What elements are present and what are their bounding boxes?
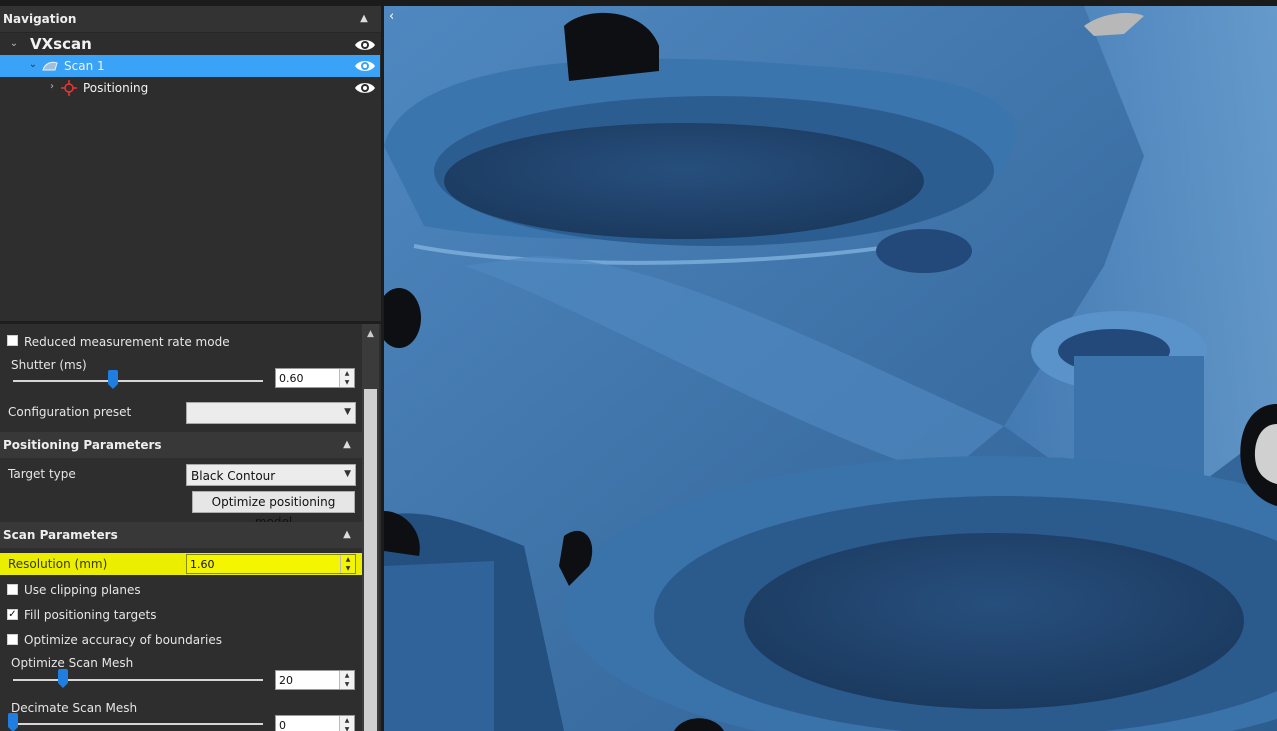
collapse-section-icon[interactable]: ▲ (340, 528, 354, 542)
target-type-value: Black Contour (191, 469, 276, 483)
spin-up-icon[interactable]: ▲ (341, 555, 355, 564)
3d-viewport[interactable]: ‹ (384, 6, 1277, 731)
decimate-mesh-spinbox[interactable]: 0 ▲ ▼ (275, 715, 355, 731)
tree-item-label: Scan 1 (64, 59, 105, 73)
scan-mesh-render[interactable] (384, 6, 1277, 731)
parameters-panel: Reduced measurement rate mode Shutter (m… (0, 324, 362, 731)
decimate-mesh-slider-track[interactable] (13, 723, 263, 725)
scrollbar-thumb[interactable] (364, 389, 377, 731)
optimize-mesh-slider-handle[interactable] (58, 669, 68, 688)
chevron-down-icon[interactable]: ⌄ (8, 38, 20, 50)
spin-up-icon[interactable]: ▲ (340, 369, 354, 378)
collapse-panel-icon[interactable]: ‹ (389, 9, 394, 24)
tree-item-positioning[interactable]: › Positioning (0, 77, 380, 99)
tree-item-scan-1[interactable]: ⌄ Scan 1 (0, 55, 380, 77)
optimize-mesh-slider-track[interactable] (13, 679, 263, 681)
spin-down-icon[interactable]: ▼ (340, 725, 354, 731)
optimize-boundaries-label: Optimize accuracy of boundaries (24, 633, 222, 647)
navigation-title: Navigation (3, 12, 77, 26)
target-type-dropdown[interactable]: Black Contour ▼ (186, 464, 356, 486)
scroll-up-icon[interactable]: ▲ (364, 327, 377, 341)
navigation-header[interactable]: Navigation ▲ (0, 6, 381, 33)
fill-targets-checkbox[interactable]: ✓ (7, 609, 18, 620)
config-preset-label: Configuration preset (8, 405, 132, 419)
spin-down-icon[interactable]: ▼ (340, 378, 354, 387)
visibility-eye-icon[interactable] (354, 58, 376, 74)
scan-parameters-header[interactable]: Scan Parameters ▲ (0, 522, 362, 548)
shutter-slider-handle[interactable] (108, 370, 118, 389)
chevron-down-icon[interactable]: ⌄ (27, 59, 39, 71)
left-panel: Navigation ▲ ⌄ VXscan ⌄ Scan 1 › Positio… (0, 6, 381, 731)
spin-down-icon[interactable]: ▼ (340, 680, 354, 689)
collapse-section-icon[interactable]: ▲ (340, 438, 354, 452)
shutter-value: 0.60 (279, 372, 304, 385)
use-clipping-checkbox[interactable] (7, 584, 18, 595)
config-preset-dropdown[interactable]: ▼ (186, 402, 356, 424)
section-title: Positioning Parameters (3, 438, 162, 452)
chevron-right-icon[interactable]: › (46, 81, 58, 93)
decimate-mesh-slider-handle[interactable] (8, 713, 18, 731)
chevron-down-icon: ▼ (344, 407, 351, 417)
section-title: Scan Parameters (3, 528, 118, 542)
resolution-spinbox[interactable]: 1.60 ▲ ▼ (186, 554, 356, 574)
tree-item-label: Positioning (83, 81, 149, 95)
reduced-rate-label: Reduced measurement rate mode (24, 335, 230, 349)
optimize-mesh-spinbox[interactable]: 20 ▲ ▼ (275, 670, 355, 690)
decimate-mesh-value: 0 (279, 719, 286, 731)
scan-mesh-icon (42, 61, 58, 71)
shutter-spinbox[interactable]: 0.60 ▲ ▼ (275, 368, 355, 388)
fill-targets-label: Fill positioning targets (24, 608, 157, 622)
spin-up-icon[interactable]: ▲ (340, 671, 354, 680)
optimize-boundaries-checkbox[interactable] (7, 634, 18, 645)
chevron-down-icon: ▼ (344, 469, 351, 479)
visibility-eye-icon[interactable] (354, 80, 376, 96)
collapse-navigation-icon[interactable]: ▲ (357, 12, 371, 26)
optimize-positioning-button[interactable]: Optimize positioning model (192, 491, 355, 529)
use-clipping-label: Use clipping planes (24, 583, 141, 597)
optimize-mesh-value: 20 (279, 674, 293, 687)
spin-up-icon[interactable]: ▲ (340, 716, 354, 725)
decimate-mesh-label: Decimate Scan Mesh (11, 701, 138, 715)
visibility-eye-icon[interactable] (354, 37, 376, 53)
resolution-value: 1.60 (190, 558, 215, 571)
reduced-rate-checkbox[interactable] (7, 335, 18, 346)
positioning-target-icon (61, 80, 77, 96)
tree-item-label: VXscan (30, 35, 92, 53)
shutter-label: Shutter (ms) (11, 358, 87, 372)
resolution-label: Resolution (mm) (8, 557, 108, 571)
tree-item-vxscan[interactable]: ⌄ VXscan (0, 34, 380, 56)
navigation-tree-area (0, 100, 381, 322)
target-type-label: Target type (8, 467, 76, 481)
positioning-parameters-header[interactable]: Positioning Parameters ▲ (0, 432, 362, 458)
optimize-mesh-label: Optimize Scan Mesh (11, 656, 134, 670)
parameters-scrollbar[interactable]: ▲ (362, 324, 379, 731)
spin-down-icon[interactable]: ▼ (341, 564, 355, 573)
shutter-slider-track[interactable] (13, 380, 263, 382)
